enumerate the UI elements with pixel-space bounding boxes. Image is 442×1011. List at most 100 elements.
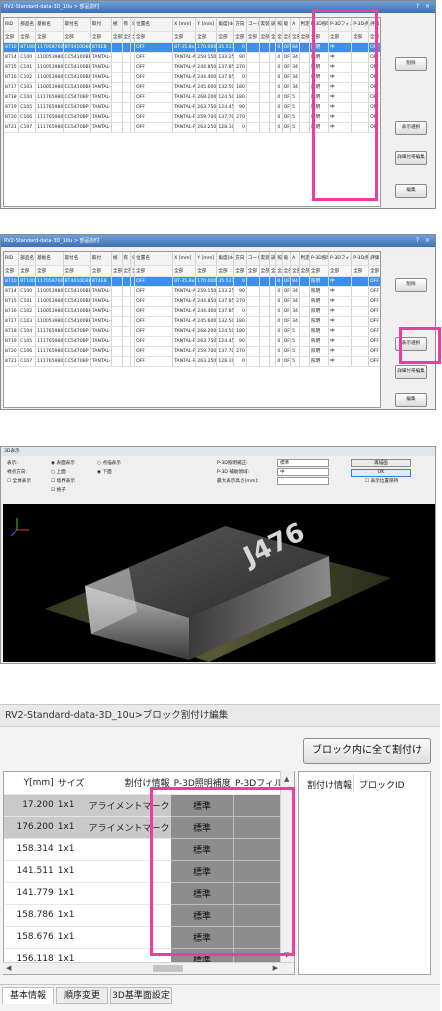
down-radio[interactable]: ◉ 下面 — [97, 469, 112, 475]
table-row[interactable]: 8721C1071117659801CC5470BPTANTAL-POFFTAN… — [4, 356, 380, 367]
up-radio[interactable]: ○ 上面 — [51, 469, 66, 475]
column-header[interactable]: 基板名 — [35, 18, 64, 32]
table-row[interactable]: 8716C1021100539801CC54100BPTANTAL-COFFTA… — [4, 306, 380, 317]
table-row[interactable]: 8714C1001100539801CC54100BPTANTAL-COFFTA… — [4, 286, 380, 297]
column-header[interactable]: 極 — [111, 252, 123, 266]
column-header[interactable]: 取付 — [90, 18, 113, 32]
table-row[interactable]: 8717C1031100539801CC54100BPTANTAL-COFFTA… — [4, 316, 380, 327]
height-range-input[interactable] — [277, 477, 329, 485]
surface-radio[interactable]: ◉ 表面表示 — [51, 460, 75, 466]
column-header[interactable]: 極 — [111, 18, 123, 32]
column-header[interactable]: 部品名 — [18, 18, 37, 32]
column-header[interactable]: 位置名 — [134, 252, 174, 266]
column-header[interactable]: Y [mm] — [195, 252, 218, 266]
filter-select[interactable]: 全部 — [122, 31, 131, 43]
scroll-left-arrow-icon[interactable]: ◀ — [6, 964, 11, 972]
redraw-button[interactable]: 再描画 — [351, 459, 411, 467]
edit-button[interactable]: 編集 — [395, 393, 427, 407]
column-header[interactable]: P-3Dフィルタ — [328, 252, 353, 266]
p3d-light-select[interactable]: 標準 — [277, 459, 329, 467]
filter-select[interactable]: 全部 — [299, 265, 311, 277]
column-header[interactable]: 角度[deg] — [216, 18, 235, 32]
filter-select[interactable]: 全部 — [195, 265, 218, 277]
window-buttons[interactable]: ? × — [416, 1, 432, 13]
column-header[interactable]: X [mm] — [172, 18, 197, 32]
size-header[interactable]: サイズ — [55, 772, 87, 795]
column-header[interactable]: 判定 — [299, 18, 311, 32]
filter-select[interactable]: 全部 — [172, 31, 197, 43]
filter-select[interactable]: 全部 — [35, 31, 64, 43]
column-header[interactable]: P-3D照明 — [309, 252, 330, 266]
filter-select[interactable]: 全部 — [172, 265, 197, 277]
delete-button[interactable]: 削除 — [395, 57, 427, 71]
3d-render-canvas[interactable]: J476 — [3, 504, 435, 662]
filter-select[interactable]: 全部 — [111, 265, 123, 277]
filter-select[interactable]: 全部 — [134, 31, 174, 43]
filter-select[interactable]: 全部 — [35, 265, 64, 277]
column-header[interactable]: 角度[deg] — [216, 252, 235, 266]
dotgrid-radio[interactable]: ○ 点描表示 — [97, 460, 121, 466]
tab-3d-base-plane[interactable]: 3D基準面設定 — [110, 987, 172, 1004]
filter-select[interactable]: 全部 — [299, 31, 311, 43]
edit-button[interactable]: 編集 — [395, 184, 427, 198]
hold-position-checkbox[interactable]: ☐ 表示位置保持 — [365, 478, 398, 484]
fit-checkbox[interactable]: ☐ 全体表示 — [7, 478, 31, 484]
ok-button[interactable]: OK — [351, 469, 411, 477]
filter-select[interactable]: 全部 — [351, 265, 370, 277]
filter-select[interactable]: 全部 — [216, 265, 235, 277]
column-header[interactable]: コード — [246, 18, 260, 32]
y-header[interactable]: Y[mm] — [4, 772, 56, 795]
column-header[interactable]: 評価 — [368, 252, 380, 266]
filter-select[interactable]: 全部 — [282, 31, 292, 43]
delete-button[interactable]: 削除 — [395, 278, 427, 292]
filter-select[interactable]: 全部 — [216, 31, 235, 43]
filter-select[interactable]: 全部 — [290, 265, 300, 277]
column-header[interactable]: 吸 — [282, 252, 292, 266]
filter-select[interactable]: 全部 — [4, 31, 20, 43]
column-header[interactable]: 取付 — [90, 252, 113, 266]
column-header[interactable]: Y [mm] — [195, 18, 218, 32]
filter-select[interactable]: 全部 — [290, 31, 300, 43]
grid-checkbox[interactable]: ☑ 格子 — [51, 487, 66, 493]
horizontal-scroll-thumb[interactable] — [153, 965, 183, 972]
column-header[interactable]: 判定 — [299, 252, 311, 266]
column-header[interactable]: 部品名 — [18, 252, 37, 266]
filter-select[interactable]: 全部 — [4, 265, 20, 277]
filter-select[interactable]: 全部 — [259, 31, 271, 43]
filter-select[interactable]: 全部 — [111, 31, 123, 43]
filter-select[interactable]: 全部 — [282, 265, 292, 277]
filter-select[interactable]: 全部 — [134, 265, 174, 277]
border-checkbox[interactable]: ☐ 境界表示 — [51, 478, 75, 484]
window-buttons[interactable]: ? × — [416, 235, 432, 247]
filter-select[interactable]: 全部 — [328, 265, 353, 277]
filter-select[interactable]: 全部 — [90, 265, 113, 277]
column-header[interactable]: A — [290, 18, 300, 32]
filter-select[interactable]: 全部 — [90, 31, 113, 43]
filter-select[interactable]: 全部 — [122, 265, 131, 277]
filter-select[interactable]: 全部 — [246, 31, 260, 43]
column-header[interactable]: 基板名 — [35, 252, 64, 266]
filter-select[interactable]: 全部 — [195, 31, 218, 43]
column-header[interactable]: RID — [4, 252, 20, 266]
filter-select[interactable]: 全部 — [233, 31, 247, 43]
column-header[interactable]: P-3D点 — [351, 252, 370, 266]
column-header[interactable]: 位置名 — [134, 18, 174, 32]
filter-select[interactable]: 全部 — [63, 31, 91, 43]
table-row[interactable]: 8718C1041117659801CC5470BPTANTAL-POFFTAN… — [4, 326, 380, 337]
scroll-up-arrow-icon[interactable]: ▲ — [284, 775, 289, 783]
table-row[interactable]: 8719C1051117659801CC5470BPTANTAL-POFFTAN… — [4, 336, 380, 347]
column-header[interactable]: 方向 — [233, 18, 247, 32]
p3d-filter-select[interactable]: 中 — [277, 468, 329, 476]
column-header[interactable]: 有 — [122, 252, 131, 266]
filter-select[interactable]: 全部 — [233, 265, 247, 277]
column-header[interactable]: 方向 — [233, 252, 247, 266]
column-header[interactable]: コード — [246, 252, 260, 266]
filter-select[interactable]: 全部 — [63, 265, 91, 277]
column-header[interactable]: 取付名 — [63, 18, 91, 32]
detail-edit-button[interactable]: 詳細付帯編集 — [395, 151, 427, 165]
column-header[interactable]: A — [290, 252, 300, 266]
column-header[interactable]: 実装 — [259, 252, 271, 266]
column-header[interactable]: RID — [4, 18, 20, 32]
column-header[interactable]: X [mm] — [172, 252, 197, 266]
filter-select[interactable]: 全部 — [368, 265, 380, 277]
